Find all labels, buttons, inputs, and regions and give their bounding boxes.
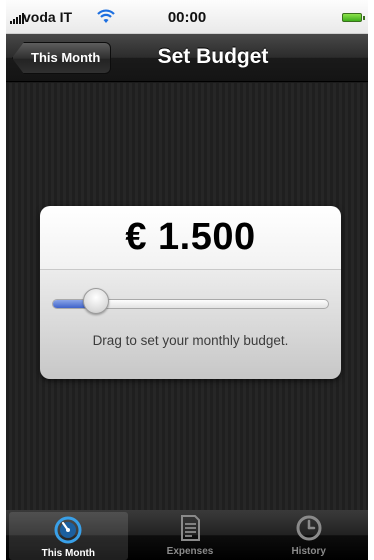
tab-bar: This Month Expenses History — [6, 510, 368, 560]
tab-label: History — [291, 546, 326, 557]
speedometer-icon — [54, 516, 82, 544]
slider-hint: Drag to set your monthly budget. — [92, 333, 289, 348]
phone-screen: voda IT 00:00 This Month Set Budget € 1.… — [6, 0, 368, 560]
navigation-bar: This Month Set Budget — [6, 34, 368, 82]
status-bar: voda IT 00:00 — [6, 0, 368, 34]
page-title: Set Budget — [157, 45, 269, 68]
battery-icon — [342, 13, 365, 22]
budget-amount-panel: € 1.500 — [40, 206, 341, 270]
tab-this-month[interactable]: This Month — [9, 512, 128, 560]
document-icon — [181, 515, 200, 541]
budget-amount: € 1.500 — [125, 216, 256, 258]
budget-slider-panel: Drag to set your monthly budget. — [40, 270, 341, 379]
tab-label: Expenses — [166, 546, 214, 557]
budget-slider-thumb[interactable] — [83, 288, 110, 314]
status-time: 00:00 — [167, 9, 207, 26]
tab-label: This Month — [41, 548, 95, 559]
clock-icon — [296, 515, 322, 541]
budget-card: € 1.500 Drag to set your monthly budget. — [40, 206, 341, 379]
content-area: € 1.500 Drag to set your monthly budget. — [6, 83, 368, 510]
tab-expenses[interactable]: Expenses — [131, 510, 250, 560]
tab-history[interactable]: History — [249, 510, 368, 560]
